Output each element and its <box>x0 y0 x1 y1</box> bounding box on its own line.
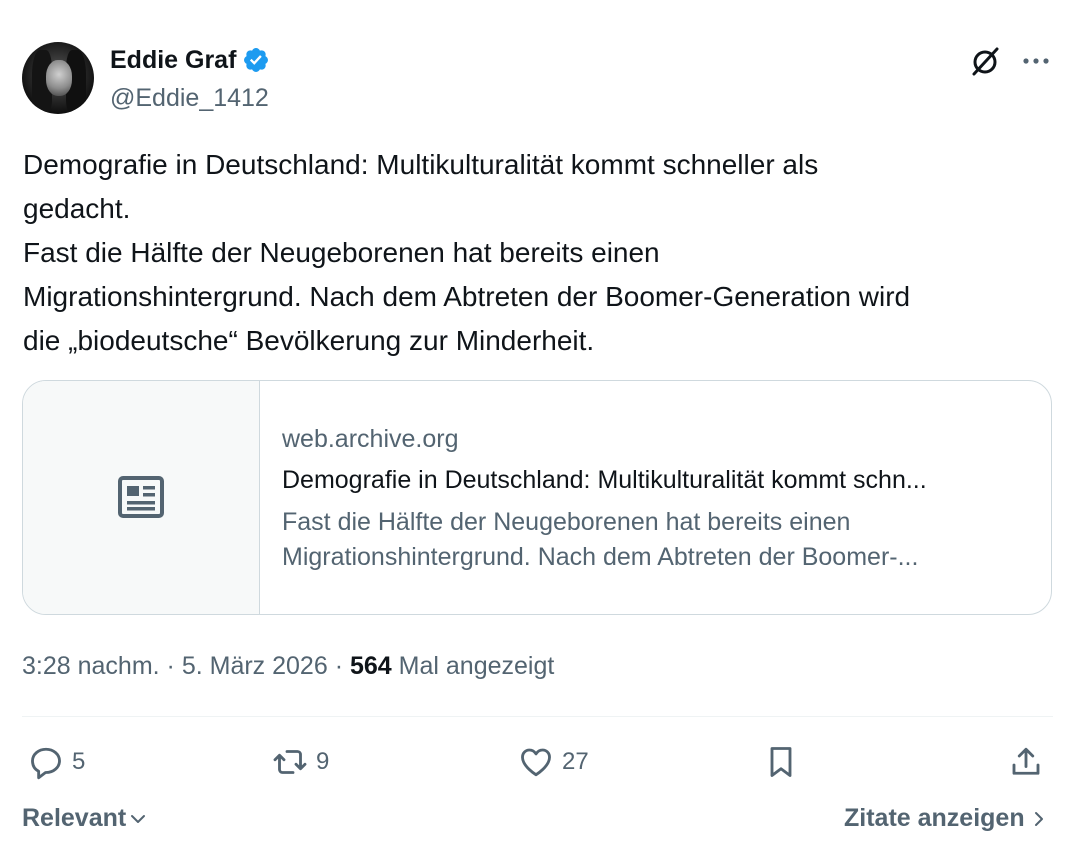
meta-separator: · <box>334 652 344 680</box>
sort-dropdown[interactable]: Relevant <box>22 804 148 833</box>
like-icon <box>521 748 551 777</box>
tweet-line: Fast die Hälfte der Neugeborenen hat ber… <box>23 237 660 268</box>
more-icon[interactable] <box>1016 46 1056 76</box>
author-handle[interactable]: @Eddie_1412 <box>110 82 269 114</box>
tweet-line: die „biodeutsche“ Bevölkerung zur Minder… <box>23 325 595 356</box>
meta-separator: · <box>166 652 175 680</box>
view-quotes-link[interactable]: Zitate anzeigen <box>844 804 1049 833</box>
tweet-line: gedacht. <box>23 193 131 224</box>
card-description-line: Fast die Hälfte der Neugeborenen hat ber… <box>282 508 851 536</box>
display-name[interactable]: Eddie Graf <box>110 44 236 76</box>
like-button[interactable]: 27 <box>518 740 589 784</box>
share-icon <box>1012 747 1040 775</box>
tweet-line: Migrationshintergrund. Nach dem Abtreten… <box>23 281 911 312</box>
article-icon <box>118 476 164 518</box>
author-name-row[interactable]: Eddie Graf <box>110 44 270 76</box>
repost-button[interactable]: 9 <box>272 740 329 784</box>
link-card[interactable]: web.archive.org Demografie in Deutschlan… <box>22 380 1052 615</box>
tweet-meta: 3:28 nachm. · 5. März 2026 · 564 Mal ang… <box>22 652 554 681</box>
card-title: Demografie in Deutschland: Multikultural… <box>282 466 927 494</box>
share-button[interactable] <box>1008 740 1044 784</box>
repost-count: 9 <box>316 748 330 775</box>
chevron-right-icon <box>1034 811 1043 826</box>
reply-button[interactable]: 5 <box>28 740 85 784</box>
quotes-label: Zitate anzeigen <box>844 804 1025 832</box>
card-description: Fast die Hälfte der Neugeborenen hat ber… <box>282 505 918 575</box>
repost-icon <box>273 750 307 774</box>
reply-icon <box>31 747 61 780</box>
sort-label: Relevant <box>22 804 127 832</box>
divider <box>22 716 1053 717</box>
like-count: 27 <box>562 748 589 775</box>
card-domain: web.archive.org <box>282 425 459 453</box>
card-thumbnail <box>23 381 260 614</box>
tweet-text: Demografie in Deutschland: Multikultural… <box>23 143 1063 363</box>
avatar[interactable] <box>22 42 94 114</box>
tweet-date[interactable]: 5. März 2026 <box>182 652 328 680</box>
reply-count: 5 <box>72 748 86 775</box>
views-label: Mal angezeigt <box>398 652 555 680</box>
tweet-line: Demografie in Deutschland: Multikultural… <box>23 149 819 180</box>
verified-badge-icon[interactable] <box>242 46 270 74</box>
avatar-face <box>46 60 72 96</box>
bookmark-button[interactable] <box>763 740 799 784</box>
views-count: 564 <box>349 652 392 680</box>
bookmark-icon <box>770 747 792 777</box>
card-description-line: Migrationshintergrund. Nach dem Abtreten… <box>282 543 919 571</box>
chevron-down-icon <box>131 814 146 823</box>
tweet-time[interactable]: 3:28 nachm. <box>22 652 160 680</box>
grok-icon[interactable] <box>968 44 1002 78</box>
